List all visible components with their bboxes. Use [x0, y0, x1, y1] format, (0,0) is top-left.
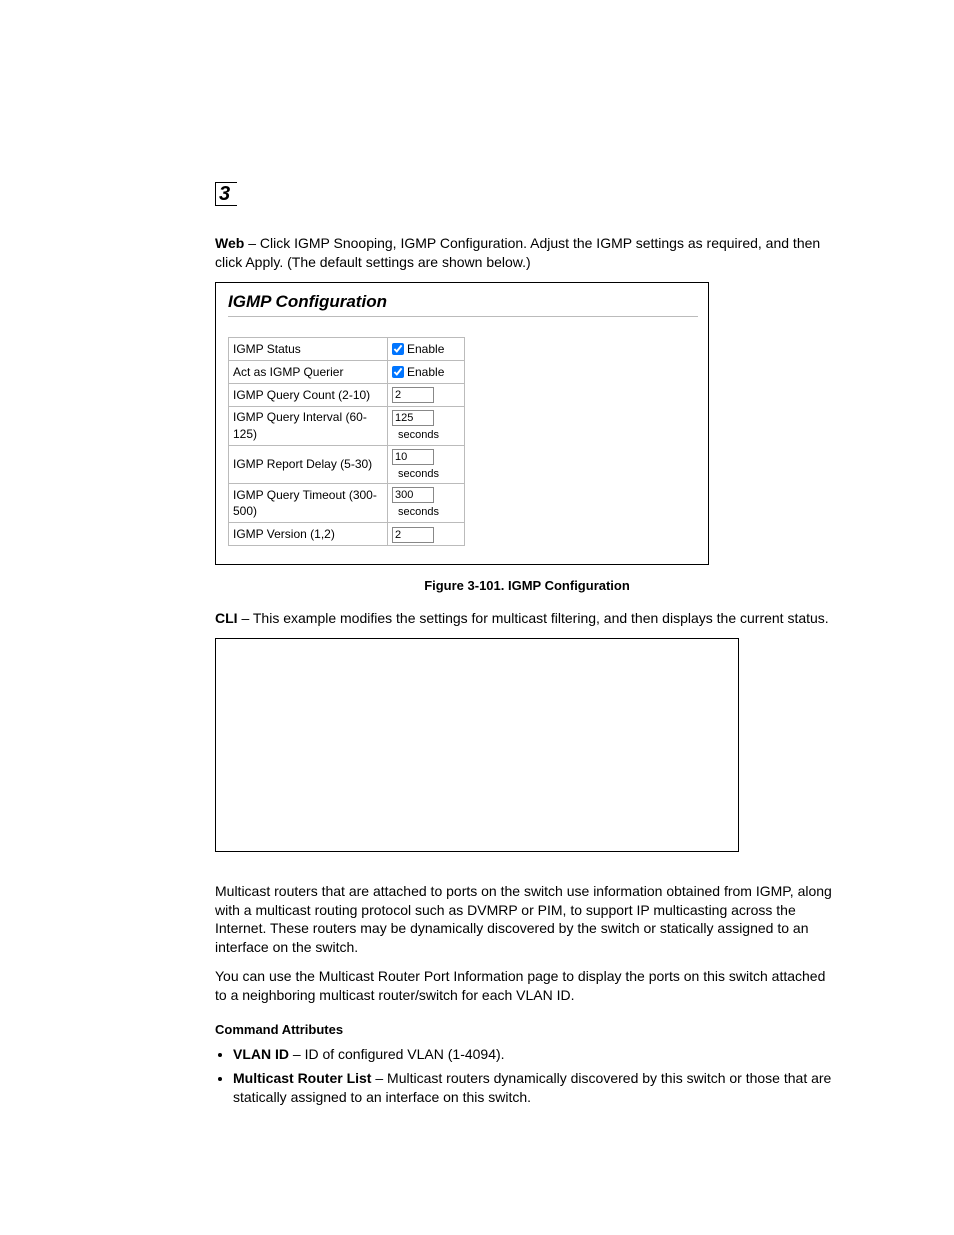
attr-vlan-desc: – ID of configured VLAN (1-4094). — [289, 1046, 505, 1062]
row-report-delay: IGMP Report Delay (5-30) seconds — [229, 445, 465, 484]
input-query-count[interactable] — [392, 387, 434, 403]
unit-report-delay: seconds — [392, 468, 439, 480]
screenshot-title: IGMP Configuration — [228, 291, 698, 314]
cell-igmp-version — [388, 523, 465, 546]
label-query-count: IGMP Query Count (2-10) — [229, 383, 388, 406]
attr-vlan-name: VLAN ID — [233, 1046, 289, 1062]
figure-caption: Figure 3-101. IGMP Configuration — [215, 577, 839, 595]
command-attributes-list: VLAN ID – ID of configured VLAN (1-4094)… — [215, 1045, 839, 1108]
row-query-timeout: IGMP Query Timeout (300-500) seconds — [229, 484, 465, 523]
multicast-paragraph-1: Multicast routers that are attached to p… — [215, 882, 839, 958]
input-query-interval[interactable] — [392, 410, 434, 426]
command-attributes-heading: Command Attributes — [215, 1021, 839, 1039]
row-igmp-querier: Act as IGMP Querier Enable — [229, 360, 465, 383]
cell-report-delay: seconds — [388, 445, 465, 484]
row-igmp-status: IGMP Status Enable — [229, 337, 465, 360]
igmp-form-table: IGMP Status Enable Act as IGMP Querier E… — [228, 337, 465, 547]
checkbox-igmp-status[interactable] — [392, 343, 404, 355]
input-report-delay[interactable] — [392, 449, 434, 465]
cell-igmp-status: Enable — [388, 337, 465, 360]
cell-query-timeout: seconds — [388, 484, 465, 523]
enable-label-status: Enable — [407, 342, 444, 356]
web-instruction-paragraph: Web – Click IGMP Snooping, IGMP Configur… — [215, 234, 839, 272]
checkbox-igmp-querier[interactable] — [392, 366, 404, 378]
unit-query-timeout: seconds — [392, 506, 439, 518]
cell-query-count — [388, 383, 465, 406]
body-content: Web – Click IGMP Snooping, IGMP Configur… — [215, 234, 839, 1107]
igmp-screenshot-box: IGMP Configuration IGMP Status Enable Ac… — [215, 282, 709, 565]
input-query-timeout[interactable] — [392, 487, 434, 503]
label-igmp-version: IGMP Version (1,2) — [229, 523, 388, 546]
row-igmp-version: IGMP Version (1,2) — [229, 523, 465, 546]
multicast-paragraph-2: You can use the Multicast Router Port In… — [215, 967, 839, 1005]
unit-query-interval: seconds — [392, 429, 439, 441]
list-item-multicast-router-list: Multicast Router List – Multicast router… — [233, 1069, 839, 1107]
label-igmp-status: IGMP Status — [229, 337, 388, 360]
input-igmp-version[interactable] — [392, 527, 434, 543]
chapter-number-icon: 3 — [215, 182, 237, 206]
document-page: 3 Web – Click IGMP Snooping, IGMP Config… — [0, 0, 954, 1235]
label-igmp-querier: Act as IGMP Querier — [229, 360, 388, 383]
cli-text: – This example modifies the settings for… — [238, 610, 829, 626]
cell-igmp-querier: Enable — [388, 360, 465, 383]
attr-mrl-name: Multicast Router List — [233, 1070, 371, 1086]
label-query-interval: IGMP Query Interval (60-125) — [229, 406, 388, 445]
cell-query-interval: seconds — [388, 406, 465, 445]
web-text: – Click IGMP Snooping, IGMP Configuratio… — [215, 235, 820, 270]
list-item-vlan-id: VLAN ID – ID of configured VLAN (1-4094)… — [233, 1045, 839, 1064]
enable-label-querier: Enable — [407, 365, 444, 379]
label-query-timeout: IGMP Query Timeout (300-500) — [229, 484, 388, 523]
cli-instruction-paragraph: CLI – This example modifies the settings… — [215, 609, 839, 628]
cli-output-box — [215, 638, 739, 852]
row-query-count: IGMP Query Count (2-10) — [229, 383, 465, 406]
title-underline — [228, 316, 698, 317]
row-query-interval: IGMP Query Interval (60-125) seconds — [229, 406, 465, 445]
cli-label: CLI — [215, 610, 238, 626]
web-label: Web — [215, 235, 244, 251]
label-report-delay: IGMP Report Delay (5-30) — [229, 445, 388, 484]
